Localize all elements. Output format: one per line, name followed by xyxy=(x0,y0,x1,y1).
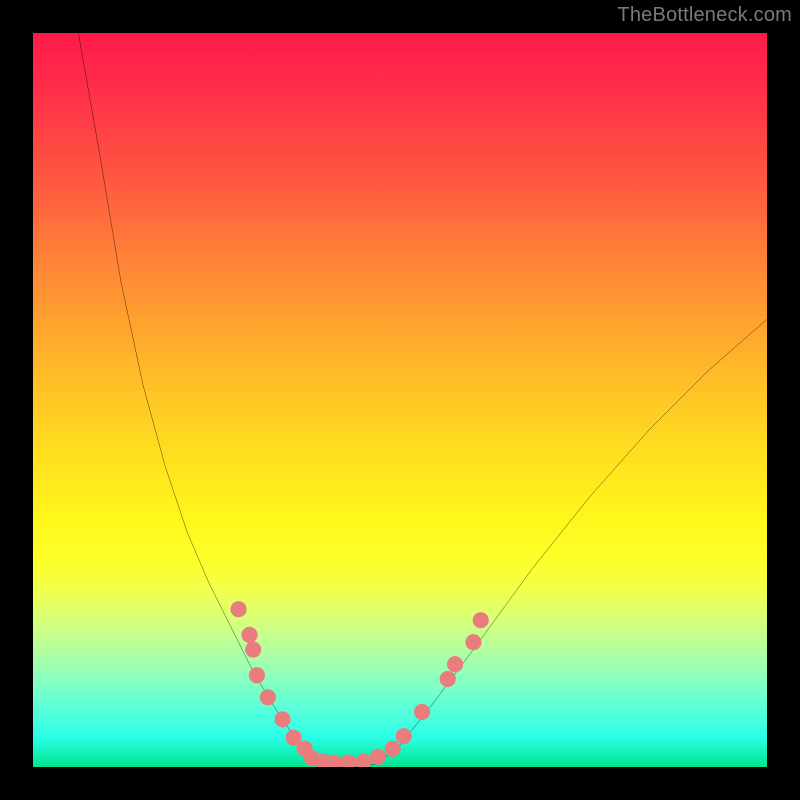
data-dot xyxy=(396,728,412,744)
attribution-text: TheBottleneck.com xyxy=(617,4,792,27)
data-dot xyxy=(230,601,246,617)
data-dot xyxy=(241,627,257,643)
plot-area xyxy=(33,33,767,767)
data-dots xyxy=(230,601,488,767)
data-dot xyxy=(274,711,290,727)
data-dot xyxy=(249,667,265,683)
data-dot xyxy=(440,671,456,687)
data-dot xyxy=(414,704,430,720)
dots-layer xyxy=(33,33,767,767)
data-dot xyxy=(385,741,401,757)
data-dot xyxy=(341,755,357,767)
data-dot xyxy=(473,612,489,628)
data-dot xyxy=(447,656,463,672)
data-dot xyxy=(370,749,386,765)
data-dot xyxy=(465,634,481,650)
data-dot xyxy=(355,754,371,767)
data-dot xyxy=(245,641,261,657)
chart-stage: TheBottleneck.com xyxy=(0,0,800,800)
data-dot xyxy=(260,689,276,705)
